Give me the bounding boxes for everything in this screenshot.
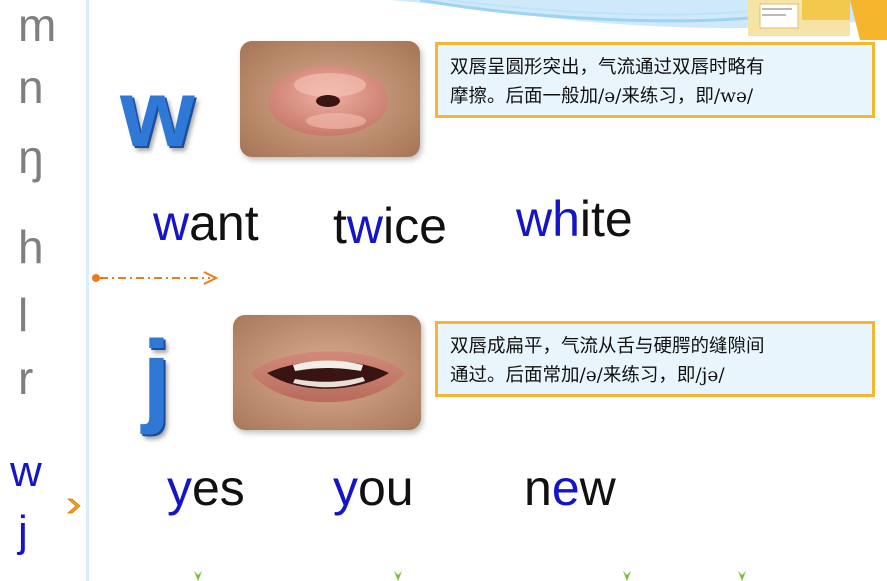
word-twice-pre: t bbox=[333, 198, 347, 254]
word-want[interactable]: want bbox=[153, 198, 259, 248]
word-twice-rest: ice bbox=[383, 198, 447, 254]
bottom-decoration bbox=[194, 571, 746, 581]
big-letter-j: j bbox=[142, 320, 171, 436]
description-j-line1: 双唇成扁平，气流从舌与硬腭的缝隙间 bbox=[450, 336, 765, 357]
phoneme-l[interactable]: l bbox=[18, 292, 28, 338]
word-new-rest: w bbox=[579, 460, 616, 516]
word-want-highlight: w bbox=[153, 195, 190, 251]
phoneme-sidebar: m n ŋ h l r w j bbox=[0, 0, 86, 581]
sidebar-divider bbox=[86, 0, 89, 581]
word-white[interactable]: white bbox=[516, 194, 633, 244]
word-twice[interactable]: twice bbox=[333, 201, 447, 251]
phoneme-j[interactable]: j bbox=[18, 510, 28, 554]
word-white-highlight: wh bbox=[516, 191, 580, 247]
word-want-rest: ant bbox=[189, 195, 259, 251]
description-j-line2: 通过。后面常加/ə/来练习，即/jə/ bbox=[450, 365, 725, 386]
dash-dot-arrow-icon bbox=[92, 271, 219, 285]
word-new[interactable]: new bbox=[524, 463, 616, 513]
description-box-w: 双唇呈圆形突出，气流通过双唇时略有 摩擦。后面一般加/ə/来练习，即/wə/ bbox=[435, 42, 875, 118]
phoneme-m[interactable]: m bbox=[18, 2, 56, 48]
word-you-highlight: y bbox=[333, 460, 358, 516]
word-twice-highlight: w bbox=[346, 198, 384, 254]
phoneme-h[interactable]: h bbox=[18, 224, 44, 270]
header-decoration bbox=[390, 0, 887, 40]
word-yes[interactable]: yes bbox=[167, 463, 245, 513]
word-new-highlight: e bbox=[551, 460, 580, 516]
word-you[interactable]: you bbox=[333, 463, 414, 513]
description-box-j: 双唇成扁平，气流从舌与硬腭的缝隙间 通过。后面常加/ə/来练习，即/jə/ bbox=[435, 321, 875, 397]
mouth-photo-j bbox=[233, 315, 421, 430]
word-yes-highlight: y bbox=[167, 460, 192, 516]
phoneme-ng[interactable]: ŋ bbox=[18, 134, 44, 180]
mouth-photo-w bbox=[240, 41, 420, 157]
phoneme-r[interactable]: r bbox=[18, 355, 33, 401]
word-yes-rest: es bbox=[192, 460, 245, 516]
big-letter-w: w bbox=[120, 60, 195, 167]
description-w-line1: 双唇呈圆形突出，气流通过双唇时略有 bbox=[450, 57, 765, 78]
next-chevron-icon[interactable] bbox=[66, 497, 82, 515]
description-w-line2: 摩擦。后面一般加/ə/来练习，即/wə/ bbox=[450, 86, 754, 107]
word-new-pre: n bbox=[524, 460, 552, 516]
word-white-rest: ite bbox=[579, 191, 633, 247]
word-you-rest: ou bbox=[358, 460, 414, 516]
phoneme-w[interactable]: w bbox=[10, 450, 42, 494]
phoneme-n[interactable]: n bbox=[18, 64, 44, 110]
